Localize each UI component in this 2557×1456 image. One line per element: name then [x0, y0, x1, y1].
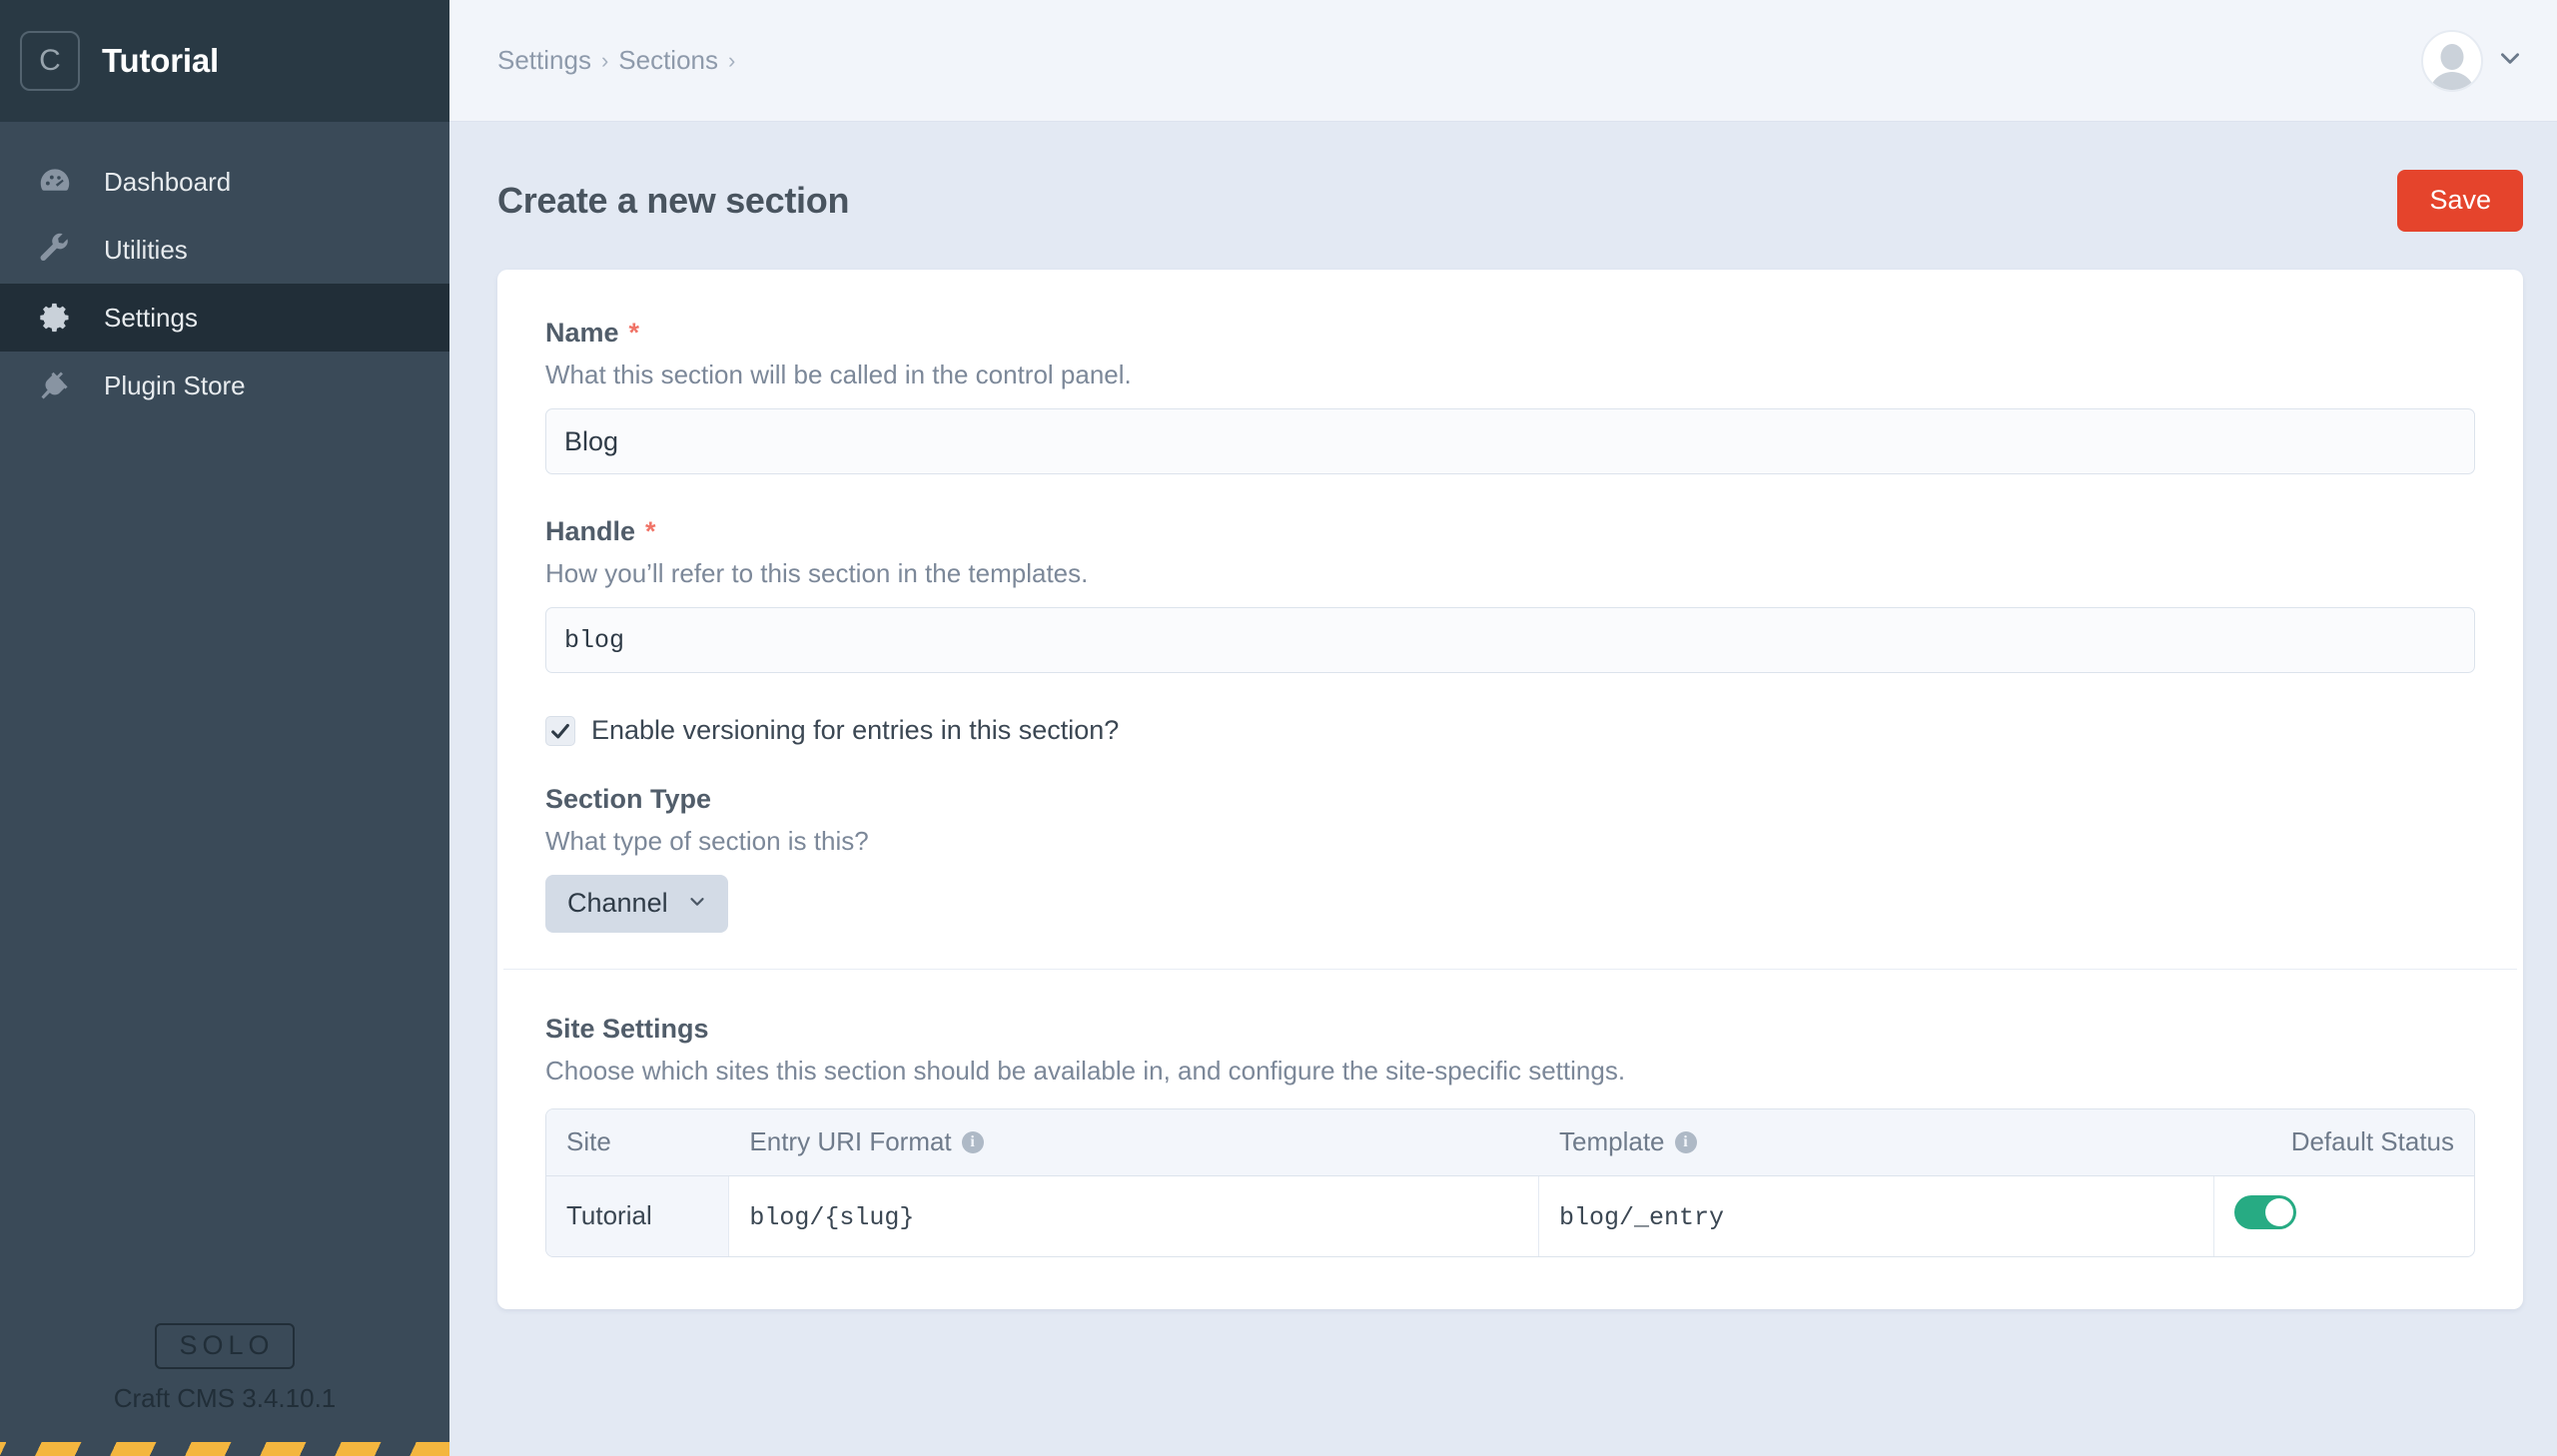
sidebar-nav: Dashboard Utilities Settings Plugin Stor…: [0, 122, 449, 419]
checkbox-box[interactable]: [545, 715, 575, 746]
chevron-down-icon: [686, 890, 708, 917]
entry-uri-format-input[interactable]: [749, 1202, 1518, 1232]
logo-letter: C: [39, 44, 61, 77]
sidebar-item-label: Dashboard: [104, 166, 232, 197]
site-settings-group: Site Settings Choose which sites this se…: [497, 970, 2523, 1309]
main-content: Settings › Sections › Create a new secti…: [449, 0, 2557, 1456]
column-header-template: Template i: [1539, 1109, 2214, 1176]
column-header-entry-uri-format: Entry URI Format i: [729, 1109, 1539, 1176]
cell-entry-uri-format[interactable]: [729, 1176, 1539, 1256]
edition-badge[interactable]: SOLO: [155, 1323, 295, 1369]
field-handle-instructions: How you’ll refer to this section in the …: [545, 558, 1089, 588]
general-settings-group: Name * What this section will be called …: [497, 270, 2523, 969]
enable-versioning-label: Enable versioning for entries in this se…: [591, 715, 1120, 745]
cell-template[interactable]: [1539, 1176, 2214, 1256]
sidebar-item-settings[interactable]: Settings: [0, 284, 449, 352]
site-settings-instructions: Choose which sites this section should b…: [545, 1056, 1626, 1086]
toggle-knob: [2264, 1198, 2293, 1226]
field-handle-label: Handle *: [545, 516, 2475, 547]
field-handle-label-text: Handle: [545, 516, 636, 546]
site-name: Tutorial: [102, 42, 219, 79]
wrench-icon: [34, 229, 76, 271]
default-status-toggle[interactable]: [2233, 1195, 2296, 1229]
field-name: Name * What this section will be called …: [545, 318, 2475, 474]
field-section-type: Section Type What type of section is thi…: [545, 784, 2475, 933]
site-settings-heading: Site Settings: [545, 1014, 2475, 1045]
info-icon[interactable]: i: [1674, 1130, 1697, 1153]
breadcrumb: Settings › Sections ›: [497, 45, 735, 76]
field-section-type-instructions: What type of section is this?: [545, 826, 869, 856]
info-icon[interactable]: i: [961, 1130, 984, 1153]
column-header-site-label: Site: [566, 1126, 611, 1156]
required-indicator: *: [645, 516, 656, 546]
section-type-selected-value: Channel: [567, 888, 668, 918]
global-header: Settings › Sections ›: [449, 0, 2557, 122]
breadcrumb-item-sections[interactable]: Sections: [618, 45, 718, 76]
dashboard-icon: [34, 161, 76, 203]
column-header-entry-uri-format-label: Entry URI Format: [749, 1126, 952, 1156]
field-handle: Handle * How you’ll refer to this sectio…: [545, 516, 2475, 673]
field-name-label: Name *: [545, 318, 2475, 349]
field-name-instructions: What this section will be called in the …: [545, 360, 1132, 389]
breadcrumb-separator-icon: ›: [600, 47, 609, 73]
avatar-head: [2440, 43, 2464, 70]
column-header-template-label: Template: [1559, 1126, 1665, 1156]
field-section-type-label-text: Section Type: [545, 784, 712, 814]
site-settings-table: Site Entry URI Format i Template i Defau…: [545, 1108, 2475, 1257]
save-button[interactable]: Save: [2397, 170, 2523, 232]
sidebar-item-label: Plugin Store: [104, 369, 246, 400]
section-type-select[interactable]: Channel: [545, 875, 728, 933]
name-input[interactable]: [545, 408, 2475, 474]
sidebar-item-utilities[interactable]: Utilities: [0, 216, 449, 284]
enable-versioning-checkbox[interactable]: Enable versioning for entries in this se…: [545, 715, 2475, 746]
breadcrumb-separator-icon: ›: [728, 47, 736, 73]
handle-input[interactable]: [545, 607, 2475, 673]
required-indicator: *: [628, 318, 640, 348]
dev-mode-stripes: [0, 1442, 449, 1456]
table-header-row: Site Entry URI Format i Template i Defau…: [546, 1109, 2474, 1176]
sidebar-item-dashboard[interactable]: Dashboard: [0, 148, 449, 216]
page-header: Create a new section Save: [449, 122, 2557, 270]
sidebar-footer: SOLO Craft CMS 3.4.10.1: [0, 1323, 449, 1456]
app-root: C Tutorial Dashboard Utilities Settings …: [0, 0, 2557, 1456]
sidebar-item-plugin-store[interactable]: Plugin Store: [0, 352, 449, 419]
sidebar-item-label: Utilities: [104, 234, 188, 265]
avatar: [2421, 29, 2483, 92]
column-header-default-status-label: Default Status: [2290, 1126, 2454, 1156]
field-section-type-label: Section Type: [545, 784, 2475, 815]
column-header-site: Site: [546, 1109, 730, 1176]
column-header-default-status: Default Status: [2213, 1109, 2474, 1176]
chevron-down-icon[interactable]: [2497, 45, 2523, 76]
avatar-body: [2429, 71, 2475, 90]
cell-site: Tutorial: [546, 1176, 730, 1256]
table-head: Site Entry URI Format i Template i Defau…: [546, 1109, 2474, 1176]
table-body: Tutorial: [546, 1176, 2474, 1256]
field-name-label-text: Name: [545, 318, 619, 348]
table-row: Tutorial: [546, 1176, 2474, 1256]
sidebar-item-label: Settings: [104, 302, 198, 333]
account-menu[interactable]: [2421, 29, 2523, 92]
breadcrumb-item-settings[interactable]: Settings: [497, 45, 591, 76]
sidebar: C Tutorial Dashboard Utilities Settings …: [0, 0, 449, 1456]
craft-logo-icon: C: [20, 31, 80, 91]
site-settings-heading-text: Site Settings: [545, 1014, 709, 1044]
template-input[interactable]: [1559, 1202, 2193, 1232]
cell-default-status: [2214, 1176, 2475, 1256]
craft-version-label: Craft CMS 3.4.10.1: [113, 1383, 337, 1413]
gear-icon: [34, 297, 76, 339]
page-title: Create a new section: [497, 180, 850, 221]
section-settings-card: Name * What this section will be called …: [497, 270, 2523, 1309]
sidebar-header: C Tutorial: [0, 0, 449, 122]
plug-icon: [34, 364, 76, 406]
